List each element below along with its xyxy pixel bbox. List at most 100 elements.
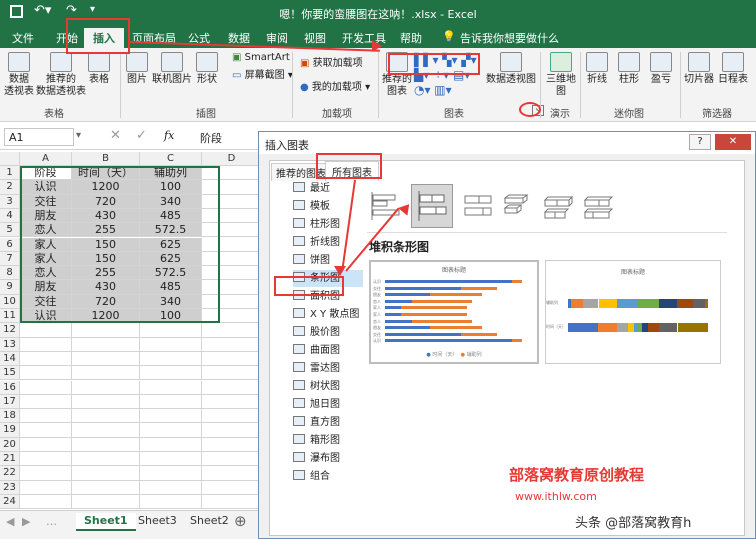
- table-cell[interactable]: 家人: [20, 251, 72, 267]
- cell[interactable]: [20, 323, 72, 338]
- row-header[interactable]: 24: [0, 494, 20, 510]
- cell[interactable]: [202, 494, 262, 510]
- chart-type-item[interactable]: 柱形图: [293, 216, 340, 233]
- close-button[interactable]: ✕: [715, 134, 751, 150]
- cell[interactable]: [202, 409, 262, 424]
- cell[interactable]: [20, 394, 72, 410]
- chart-type-item[interactable]: X Y 散点图: [293, 306, 359, 323]
- sparkline-winloss-button[interactable]: 盈亏: [650, 52, 672, 86]
- table-cell[interactable]: 485: [140, 280, 202, 295]
- table-cell[interactable]: 572.5: [140, 223, 202, 238]
- prev-sheet-icon[interactable]: ◀: [6, 515, 14, 528]
- table-cell[interactable]: 720: [72, 294, 140, 309]
- timeline-button[interactable]: 日程表: [718, 52, 748, 86]
- table-cell[interactable]: 720: [72, 194, 140, 209]
- header-cell[interactable]: 辅助列: [140, 166, 202, 181]
- row-header[interactable]: 16: [0, 380, 20, 395]
- enter-icon[interactable]: ✓: [136, 128, 147, 143]
- cell[interactable]: [140, 466, 202, 481]
- add-sheet-icon[interactable]: ⊕: [234, 512, 247, 530]
- table-cell[interactable]: 255: [72, 266, 140, 281]
- row-header[interactable]: 13: [0, 337, 20, 352]
- cell[interactable]: [140, 452, 202, 467]
- table-cell[interactable]: 255: [72, 223, 140, 238]
- cell[interactable]: [202, 466, 262, 481]
- tab-view[interactable]: 视图: [304, 30, 326, 46]
- cell[interactable]: [202, 394, 262, 410]
- cell[interactable]: [202, 237, 262, 252]
- row-header[interactable]: 9: [0, 280, 20, 295]
- cell[interactable]: [202, 323, 262, 338]
- table-cell[interactable]: 恋人: [20, 266, 72, 281]
- cell[interactable]: [72, 394, 140, 410]
- cell[interactable]: [140, 480, 202, 495]
- cell[interactable]: [202, 452, 262, 467]
- cell[interactable]: [202, 266, 262, 281]
- cell[interactable]: [202, 194, 262, 209]
- cell[interactable]: [140, 351, 202, 367]
- select-all-corner[interactable]: [0, 152, 20, 166]
- cell[interactable]: [140, 494, 202, 510]
- cell[interactable]: [20, 466, 72, 481]
- cell[interactable]: [72, 452, 140, 467]
- chart-type-item[interactable]: 股价图: [293, 324, 340, 341]
- table-cell[interactable]: 625: [140, 251, 202, 267]
- cell[interactable]: [72, 423, 140, 438]
- cell[interactable]: [20, 337, 72, 352]
- table-button[interactable]: 表格: [88, 52, 110, 86]
- cell[interactable]: [202, 251, 262, 267]
- cell[interactable]: [72, 494, 140, 510]
- table-cell[interactable]: 340: [140, 194, 202, 209]
- percent-stacked-bar-icon[interactable]: [459, 188, 495, 224]
- chart-type-item[interactable]: 雷达图: [293, 360, 340, 377]
- chart-type-item[interactable]: 组合: [293, 468, 330, 485]
- get-addins-button[interactable]: ▣ 获取加载项: [300, 58, 363, 70]
- table-cell[interactable]: 100: [140, 180, 202, 195]
- cell[interactable]: [72, 437, 140, 452]
- chart-type-item[interactable]: 折线图: [293, 234, 340, 251]
- cancel-icon[interactable]: ✕: [110, 128, 121, 143]
- cell[interactable]: [72, 337, 140, 352]
- table-cell[interactable]: 交往: [20, 294, 72, 309]
- tab-review[interactable]: 审阅: [266, 30, 288, 46]
- table-cell[interactable]: 150: [72, 237, 140, 252]
- table-cell[interactable]: 625: [140, 237, 202, 252]
- cell[interactable]: [202, 380, 262, 395]
- row-header[interactable]: 20: [0, 437, 20, 452]
- chart-type-item[interactable]: 直方图: [293, 414, 340, 431]
- cell[interactable]: [20, 480, 72, 495]
- column-header[interactable]: A: [20, 152, 72, 166]
- row-header[interactable]: 10: [0, 294, 20, 309]
- 3d-clustered-bar-icon[interactable]: [499, 188, 535, 224]
- cell[interactable]: [202, 423, 262, 438]
- row-header[interactable]: 18: [0, 409, 20, 424]
- table-cell[interactable]: 朋友: [20, 280, 72, 295]
- chart-preview-1[interactable]: 图表标题 认识 交往 朋友 恋人 家人 家人 恋人 朋友 交往 认识 ● 时间（天） ● 辅助列: [369, 260, 539, 364]
- table-cell[interactable]: 340: [140, 294, 202, 309]
- chart-type-item[interactable]: 旭日图: [293, 396, 340, 413]
- cell[interactable]: [202, 280, 262, 295]
- cell[interactable]: [20, 423, 72, 438]
- cell[interactable]: [140, 394, 202, 410]
- cell[interactable]: [202, 166, 262, 181]
- tab-file[interactable]: 文件: [12, 30, 34, 46]
- table-cell[interactable]: 485: [140, 208, 202, 224]
- table-cell[interactable]: 家人: [20, 237, 72, 252]
- table-cell[interactable]: 认识: [20, 180, 72, 195]
- chart-type-item[interactable]: 树状图: [293, 378, 340, 395]
- cell[interactable]: [140, 323, 202, 338]
- row-header[interactable]: 6: [0, 237, 20, 252]
- cell[interactable]: [202, 180, 262, 195]
- header-cell[interactable]: 时间（天）: [72, 166, 140, 181]
- cell[interactable]: [20, 452, 72, 467]
- cell[interactable]: [140, 423, 202, 438]
- pivot-chart-button[interactable]: 数据透视图: [486, 52, 536, 86]
- row-header[interactable]: 22: [0, 466, 20, 481]
- row-header[interactable]: 21: [0, 452, 20, 467]
- chart-preview-2[interactable]: 图表标题 辅助列 时间（天）: [545, 260, 721, 364]
- chevron-down-icon[interactable]: ▾: [76, 130, 81, 141]
- header-cell[interactable]: 阶段: [20, 166, 72, 181]
- sheet-tab-sheet3[interactable]: Sheet3: [130, 513, 185, 531]
- table-cell[interactable]: 朋友: [20, 208, 72, 224]
- cell[interactable]: [72, 323, 140, 338]
